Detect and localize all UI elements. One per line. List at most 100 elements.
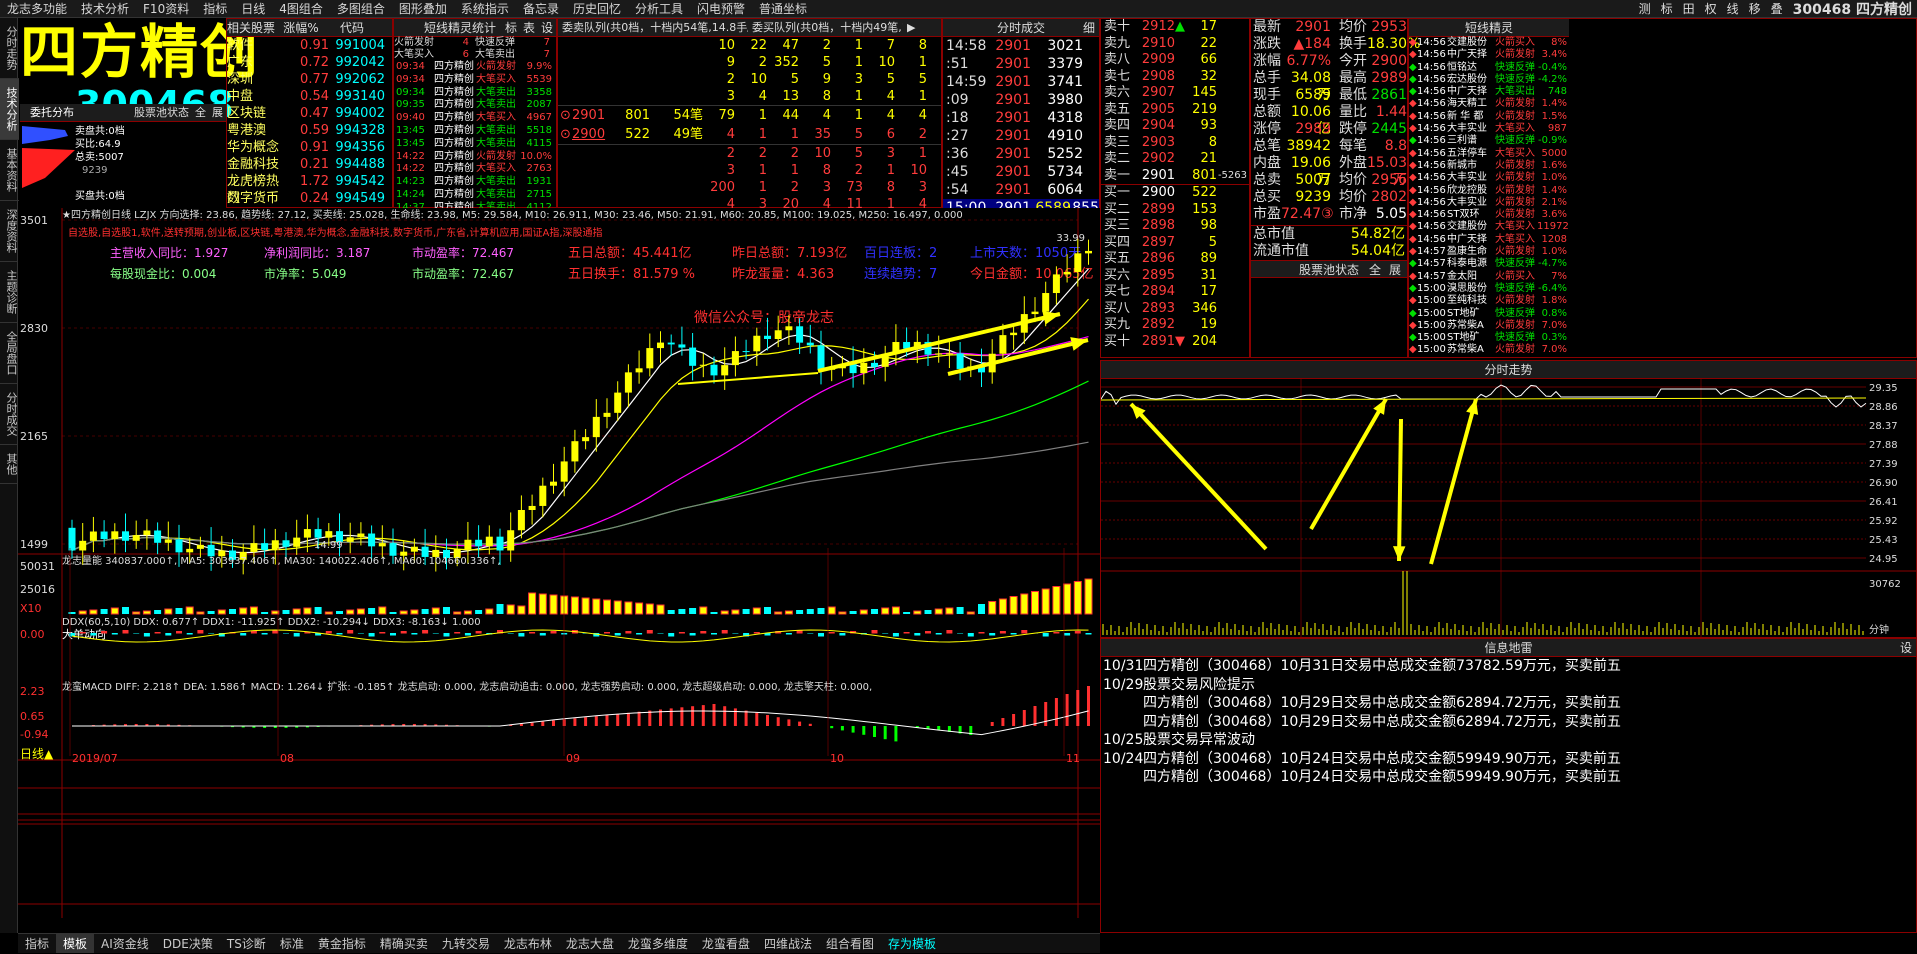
bid-row[interactable]: 买一 2900 522 [1101, 185, 1249, 202]
menu-item[interactable]: 分析工具 [628, 0, 690, 17]
info-row[interactable]: 10/25 股票交易异常波动 [1101, 731, 1916, 750]
spirit2-row[interactable]: ◆ 14:56 交建股份 大笔买入 11972 [1409, 221, 1569, 233]
left-tab[interactable]: 技术分析 [0, 79, 19, 140]
spirit2-row[interactable]: ◆ 15:00 ST地矿 快速反弹 0.8% [1409, 308, 1569, 320]
bid-row[interactable]: 买十 2891 ▼ 204 [1101, 334, 1249, 351]
ask-row[interactable]: 卖四 2904 93 [1101, 118, 1249, 135]
pool-title[interactable]: 股票池状态 [1299, 261, 1359, 277]
queue-next-button[interactable]: ▶ [903, 19, 919, 36]
info-row[interactable]: 四方精创（300468）10月29日交易中总成交金额62894.72万元，买卖前… [1101, 694, 1916, 713]
spirit2-row[interactable]: ◆ 15:00 溴思股份 快速反弹 -6.4% [1409, 283, 1569, 295]
spirit2-row[interactable]: ◆ 14:56 中广天择 大笔买入 1208 [1409, 234, 1569, 246]
info-row[interactable]: 四方精创（300468）10月29日交易中总成交金额62894.72万元，买卖前… [1101, 713, 1916, 732]
related-row[interactable]: 粤港澳 0.59 994328 [227, 122, 392, 139]
toolbar-icon[interactable]: 移 [1744, 0, 1766, 17]
spirit2-row[interactable]: ◆ 14:56 新 华 都火箭发射 1.5% [1409, 111, 1569, 123]
spirit-row[interactable]: 09:34 四方精创 火箭发射 9.9% [394, 61, 556, 74]
spirit-category[interactable]: 火箭发射 4 [394, 37, 475, 49]
spirit2-row[interactable]: ◆ 14:56 五洋停车 大笔买入 5000 [1409, 148, 1569, 160]
toolbar-icon[interactable]: 田 [1678, 0, 1700, 17]
spirit2-row[interactable]: ◆ 14:56 ST双环 火箭发射 3.6% [1409, 209, 1569, 221]
left-tab[interactable]: 深度资料 [0, 201, 19, 262]
bid-row[interactable]: 买八 2893 346 [1101, 301, 1249, 318]
related-row[interactable]: 广东 0.72 992042 [227, 54, 392, 71]
spirit-category[interactable]: 快速反弹 7 [475, 37, 556, 49]
related-col-header[interactable]: 代码 [327, 19, 377, 36]
menu-item[interactable]: 多图组合 [330, 0, 392, 17]
spirit2-row[interactable]: ◆ 14:56 海天精工 火箭发射 1.4% [1409, 98, 1569, 110]
left-tab[interactable]: 分时走势 [0, 18, 19, 79]
spirit2-row[interactable]: ◆ 14:56 欣龙控股 火箭发射 1.4% [1409, 185, 1569, 197]
ask-row[interactable]: 卖十 2912 ▲ 17 [1101, 19, 1249, 36]
spirit-row[interactable]: 13:45 四方精创 大笔卖出 5518 [394, 125, 556, 138]
related-row[interactable]: 中盘 0.54 993140 [227, 88, 392, 105]
left-tab[interactable]: 分时成交 [0, 384, 19, 445]
spirit-tab[interactable]: 标 [502, 19, 520, 36]
spirit-tab[interactable]: 设 [538, 19, 556, 36]
info-row[interactable]: 四方精创（300468）10月24日交易中总成交金额59949.90万元，买卖前… [1101, 768, 1916, 787]
menu-item[interactable]: 备忘录 [516, 0, 566, 17]
related-row[interactable]: 数字货币 0.24 994549 [227, 190, 392, 207]
spirit2-row[interactable]: ◆ 15:00 苏常柴A 火箭发射 7.0% [1409, 320, 1569, 332]
spirit2-row[interactable]: ◆ 14:56 交建股份 火箭买入 8% [1409, 37, 1569, 49]
related-row[interactable]: 区块链 0.47 994002 [227, 105, 392, 122]
bottom-tab[interactable]: 模板 [56, 934, 95, 953]
bottom-tab[interactable]: 黄金指标 [311, 934, 373, 953]
spirit2-row[interactable]: ◆ 14:56 大丰实业 火箭发射 2.1% [1409, 197, 1569, 209]
related-row[interactable]: 龙虎榜热门 1.72 994542 [227, 173, 392, 206]
spirit-row[interactable]: 09:34 四方精创 大笔卖出 3358 [394, 87, 556, 100]
ticks-detail-button[interactable]: 细 [1083, 19, 1095, 37]
related-row[interactable]: 软件 0.91 991004 [227, 37, 392, 54]
dist-expand-button[interactable]: 展 [209, 104, 226, 121]
bottom-tab[interactable]: 标准 [273, 934, 311, 953]
menu-item[interactable]: 指标 [196, 0, 234, 17]
spirit2-row[interactable]: ◆ 15:00 苏常柴A 火箭发射 7.0% [1409, 344, 1569, 356]
pool-all-button[interactable]: 全 [1369, 261, 1381, 279]
spirit-row[interactable]: 09:34 四方精创 大笔买入 5539 [394, 74, 556, 87]
spirit2-row[interactable]: ◆ 14:56 大丰实业 大笔买入 987 [1409, 123, 1569, 135]
bottom-tab[interactable]: 指标 [18, 934, 56, 953]
spirit2-row[interactable]: ◆ 14:56 中广天择 火箭发射 3.4% [1409, 49, 1569, 61]
info-row[interactable]: 10/29 股票交易风险提示 [1101, 676, 1916, 695]
bottom-tab[interactable]: AI资金线 [94, 934, 156, 953]
related-row[interactable]: 金融科技 0.21 994488 [227, 156, 392, 173]
related-col-header[interactable]: 相关股票 [227, 19, 275, 36]
menu-item[interactable]: 闪电预警 [690, 0, 752, 17]
bottom-tab[interactable]: 精确买卖 [373, 934, 435, 953]
menu-item[interactable]: 技术分析 [74, 0, 136, 17]
spirit2-row[interactable]: ◆ 14:56 宏达股份 快速反弹 -4.2% [1409, 74, 1569, 86]
spirit2-row[interactable]: ◆ 14:56 中广天择 大笔买出 748 [1409, 86, 1569, 98]
spirit-row[interactable]: 14:23 四方精创 大笔卖出 1931 [394, 176, 556, 189]
ask-row[interactable]: 卖六 2907 145 [1101, 85, 1249, 102]
toolbar-icon[interactable]: 叠 [1766, 0, 1788, 17]
spirit2-row[interactable]: ◆ 14:56 新城市 火箭发射 1.6% [1409, 160, 1569, 172]
left-tab[interactable]: 全局盘口 [0, 323, 19, 384]
bottom-tab[interactable]: 龙蛮看盘 [695, 934, 757, 953]
bottom-tab[interactable]: DDE决策 [156, 934, 220, 953]
spirit-row[interactable]: 14:24 四方精创 大笔卖出 2715 [394, 189, 556, 202]
spirit2-row[interactable]: ◆ 14:57 科泰电源 快速反弹 -4.7% [1409, 258, 1569, 270]
pool-expand-button[interactable]: 展 [1389, 261, 1401, 279]
left-tab[interactable]: 基本资料 [0, 140, 19, 201]
bid-row[interactable]: 买九 2892 19 [1101, 317, 1249, 334]
toolbar-icon[interactable]: 测 [1634, 0, 1656, 17]
menu-item[interactable]: 4图组合 [272, 0, 330, 17]
ask-row[interactable]: 卖二 2902 21 [1101, 151, 1249, 168]
bid-row[interactable]: 买二 2899 153 [1101, 202, 1249, 219]
dist-tab[interactable]: 股票池状态 [131, 104, 192, 121]
spirit2-row[interactable]: ◆ 14:57 金太阳 火箭买入 7% [1409, 271, 1569, 283]
ask-row[interactable]: 卖三 2903 8 [1101, 135, 1249, 152]
spirit2-row[interactable]: ◆ 14:56 三利谱 快速反弹 -0.9% [1409, 135, 1569, 147]
ask-row[interactable]: 卖九 2910 22 [1101, 36, 1249, 53]
related-row[interactable]: 深圳 0.77 992062 [227, 71, 392, 88]
spirit-row[interactable]: 14:22 四方精创 火箭发射 10.0% [394, 151, 556, 164]
dist-all-button[interactable]: 全 [192, 104, 209, 121]
ask-row[interactable]: 卖八 2909 66 [1101, 52, 1249, 69]
spirit2-row[interactable]: ◆ 15:00 至纯科技 火箭发射 1.8% [1409, 295, 1569, 307]
ask-row[interactable]: 卖一 2901 801 -5263 [1101, 168, 1249, 185]
menu-item[interactable]: 龙志多功能 [0, 0, 74, 17]
spirit-category[interactable]: 大笔卖出 7 [475, 49, 556, 61]
spirit2-row[interactable]: ◆ 14:56 恒铭达 快速反弹 -0.4% [1409, 62, 1569, 74]
spirit-row[interactable]: 09:40 四方精创 大笔买入 4967 [394, 112, 556, 125]
ask-row[interactable]: 卖五 2905 219 [1101, 102, 1249, 119]
